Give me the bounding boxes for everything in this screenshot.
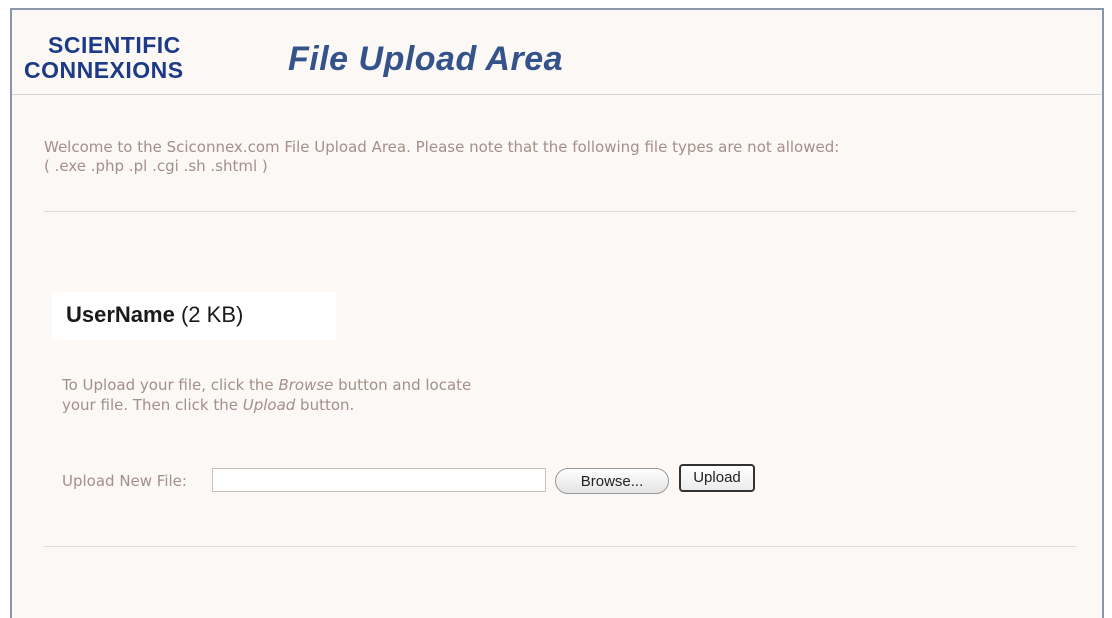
upload-new-file-label: Upload New File: (62, 472, 187, 490)
divider-bottom (44, 546, 1076, 547)
disallowed-file-types: ( .exe .php .pl .cgi .sh .shtml ) (44, 157, 268, 175)
page-title: File Upload Area (288, 40, 564, 78)
page-header: SCIENTIFIC CONNEXIONS File Upload Area (12, 10, 1102, 95)
user-file-info: UserName (2 KB) (66, 302, 243, 328)
browse-button[interactable]: Browse... (555, 468, 669, 494)
username-label: UserName (66, 302, 175, 327)
file-path-input[interactable] (212, 468, 546, 492)
instructions-text: your file. Then click the (62, 396, 243, 414)
scientific-connexions-logo[interactable]: SCIENTIFIC CONNEXIONS (24, 33, 184, 83)
logo-line-1: SCIENTIFIC (48, 32, 181, 58)
browse-word: Browse (278, 376, 334, 394)
instructions-text: button and locate (333, 376, 472, 394)
page-frame: SCIENTIFIC CONNEXIONS File Upload Area W… (10, 8, 1104, 618)
instructions-line-2: your file. Then click the Upload button. (62, 395, 562, 415)
welcome-message: Welcome to the Sciconnex.com File Upload… (44, 138, 1004, 176)
instructions-text: button. (295, 396, 355, 414)
upload-instructions: To Upload your file, click the Browse bu… (62, 375, 562, 415)
instructions-text: To Upload your file, click the (62, 376, 279, 394)
divider-top (44, 211, 1076, 212)
welcome-line-1: Welcome to the Sciconnex.com File Upload… (44, 138, 840, 156)
logo-line-2: CONNEXIONS (24, 57, 184, 83)
instructions-line-1: To Upload your file, click the Browse bu… (62, 375, 562, 395)
file-size-label: (2 KB) (180, 302, 244, 327)
upload-word: Upload (242, 396, 296, 414)
upload-button[interactable]: Upload (679, 464, 755, 492)
